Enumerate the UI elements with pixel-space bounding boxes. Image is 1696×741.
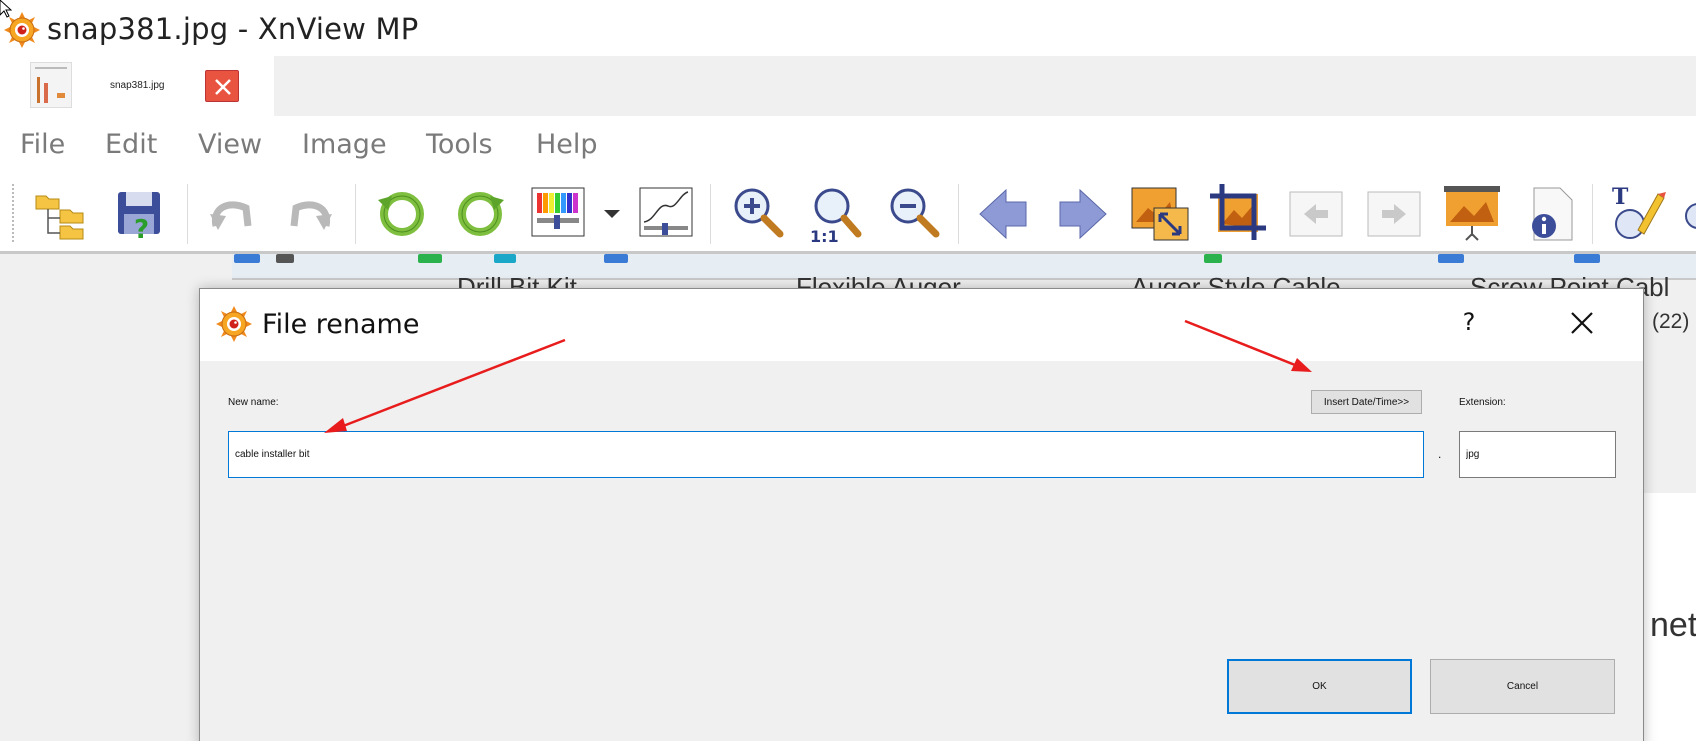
xnview-eye-icon [216,306,252,342]
overflow-tool-icon[interactable] [1684,182,1696,244]
browser-folders-icon[interactable] [30,182,90,244]
new-name-input[interactable] [228,431,1424,478]
save-help-icon[interactable]: ? [110,182,170,245]
resize-image-icon[interactable] [1130,182,1190,244]
text-edit-icon[interactable]: T [1608,182,1668,244]
zoom-in-icon[interactable] [728,182,788,244]
menu-edit[interactable]: Edit [105,129,157,160]
undo-icon[interactable] [202,182,262,244]
redo-icon[interactable] [280,182,340,244]
dropdown-arrow-icon[interactable] [598,182,626,244]
menu-view[interactable]: View [198,129,262,160]
close-icon [1571,312,1593,334]
rotate-right-icon[interactable] [450,182,510,244]
next-arrow-icon[interactable] [1052,182,1112,244]
cancel-button[interactable]: Cancel [1430,659,1615,714]
dialog-header: File rename ? [200,289,1643,361]
xnview-eye-icon [4,12,40,48]
title-bar: snap381.jpg - XnView MP [0,0,1696,56]
zoom-out-icon[interactable] [884,182,944,244]
menu-tools[interactable]: Tools [426,129,493,160]
menu-file[interactable]: File [20,129,65,160]
menu-bar: File Edit View Image Tools Help [0,116,1696,174]
zoom-1to1-icon[interactable]: 1:1 [806,182,866,246]
file-info-icon[interactable] [1520,182,1580,244]
file-rename-dialog: File rename ? New name: Insert Date/Time… [199,288,1644,741]
toolbar-grip[interactable] [12,184,16,242]
next-page-icon[interactable] [1364,182,1424,244]
xnview-window: snap381.jpg - XnView MP snap381.jpg File… [0,0,1696,741]
crop-icon[interactable] [1208,182,1268,244]
rotate-left-icon[interactable] [372,182,432,244]
color-adjust-icon[interactable] [528,182,588,244]
tab-label: snap381.jpg [110,80,165,91]
tab-strip: snap381.jpg [0,56,1696,116]
menu-image[interactable]: Image [302,129,387,160]
dialog-close-button[interactable] [1562,303,1602,343]
menu-help[interactable]: Help [536,129,598,160]
tab-thumbnail [30,62,72,108]
svg-text:1:1: 1:1 [810,227,839,244]
review-count: (22) [1652,310,1690,333]
partial-heading-text: nete [1650,606,1696,644]
svg-text:?: ? [134,215,149,244]
close-icon [215,79,231,95]
previous-arrow-icon[interactable] [974,182,1034,244]
insert-date-time-button[interactable]: Insert Date/Time>> [1311,390,1422,414]
curves-icon[interactable] [636,182,696,244]
toolbar: ? 1:1 T [0,174,1696,254]
extension-input[interactable] [1459,431,1616,478]
tab-snap381[interactable]: snap381.jpg [0,56,274,116]
extension-dot: . [1438,447,1442,461]
window-title: snap381.jpg - XnView MP [47,12,419,46]
help-button[interactable]: ? [1454,303,1484,341]
dialog-title: File rename [262,309,420,340]
svg-text:T: T [1612,184,1629,210]
extension-label: Extension: [1459,397,1506,408]
slideshow-icon[interactable] [1442,182,1502,244]
tab-close-button[interactable] [205,70,239,102]
previous-page-icon[interactable] [1286,182,1346,244]
new-name-label: New name: [228,397,279,408]
ok-button[interactable]: OK [1227,659,1412,714]
